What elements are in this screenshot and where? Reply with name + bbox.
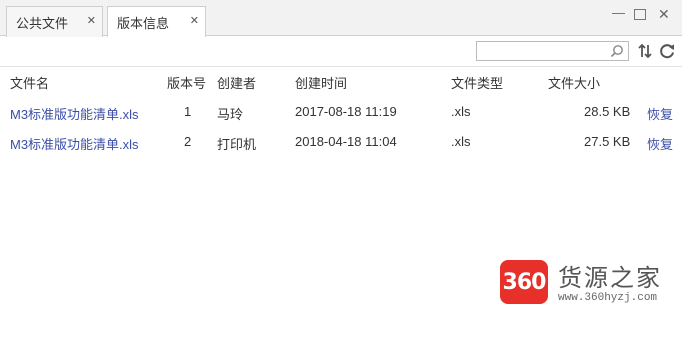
- version-number: 2: [184, 134, 192, 149]
- minimize-button[interactable]: —: [612, 6, 625, 20]
- creator: 打印机: [217, 137, 257, 152]
- search-box: [476, 41, 629, 61]
- tab-public-files[interactable]: 公共文件 ✕: [6, 6, 103, 37]
- column-header-file-type[interactable]: 文件类型: [451, 73, 503, 92]
- table-row[interactable]: M3标准版功能清单.xls 1 马玲 2017-08-18 11:19 .xls…: [0, 97, 682, 127]
- restore-button[interactable]: 恢复: [647, 134, 673, 153]
- column-header-name[interactable]: 文件名: [10, 73, 49, 92]
- close-icon[interactable]: ✕: [87, 15, 96, 27]
- watermark-url: www.360hyzj.com: [558, 292, 658, 304]
- close-icon[interactable]: ✕: [190, 15, 199, 27]
- column-header-creator[interactable]: 创建者: [217, 73, 256, 92]
- search-input[interactable]: [477, 42, 607, 60]
- file-type: .xls: [451, 134, 471, 149]
- watermark-logo: 360 货源之家 www.360hyzj.com: [500, 256, 682, 316]
- tab-label: 版本信息: [117, 15, 170, 31]
- file-name-link[interactable]: M3标准版功能清单.xls: [10, 104, 139, 123]
- tab-version-info[interactable]: 版本信息 ✕: [107, 6, 206, 37]
- restore-button[interactable]: 恢复: [647, 104, 673, 123]
- column-header-file-size[interactable]: 文件大小: [548, 73, 600, 92]
- table-row[interactable]: M3标准版功能清单.xls 2 打印机 2018-04-18 11:04 .xl…: [0, 127, 682, 157]
- file-size: 27.5 KB: [584, 134, 631, 149]
- close-window-button[interactable]: ✕: [658, 7, 670, 21]
- creator: 马玲: [217, 107, 244, 122]
- created-time: 2017-08-18 11:19: [295, 104, 397, 119]
- watermark-badge: 360: [500, 260, 548, 304]
- refresh-icon[interactable]: [658, 42, 676, 60]
- file-type: .xls: [451, 104, 471, 119]
- sort-icon[interactable]: [637, 43, 653, 59]
- table-header: 文件名 版本号 创建者 创建时间 文件类型 文件大小: [0, 68, 682, 94]
- search-icon[interactable]: [610, 44, 624, 58]
- tab-label: 公共文件: [16, 15, 69, 31]
- tab-bar: 公共文件 ✕ 版本信息 ✕ — ✕: [0, 0, 682, 37]
- maximize-button[interactable]: [634, 9, 646, 20]
- created-time: 2018-04-18 11:04: [295, 134, 397, 149]
- toolbar: [0, 37, 682, 67]
- watermark-title: 货源之家: [558, 265, 662, 292]
- version-number: 1: [184, 104, 192, 119]
- column-header-created-time[interactable]: 创建时间: [295, 73, 347, 92]
- file-name-link[interactable]: M3标准版功能清单.xls: [10, 134, 139, 153]
- column-header-version[interactable]: 版本号: [167, 73, 206, 92]
- file-size: 28.5 KB: [584, 104, 631, 119]
